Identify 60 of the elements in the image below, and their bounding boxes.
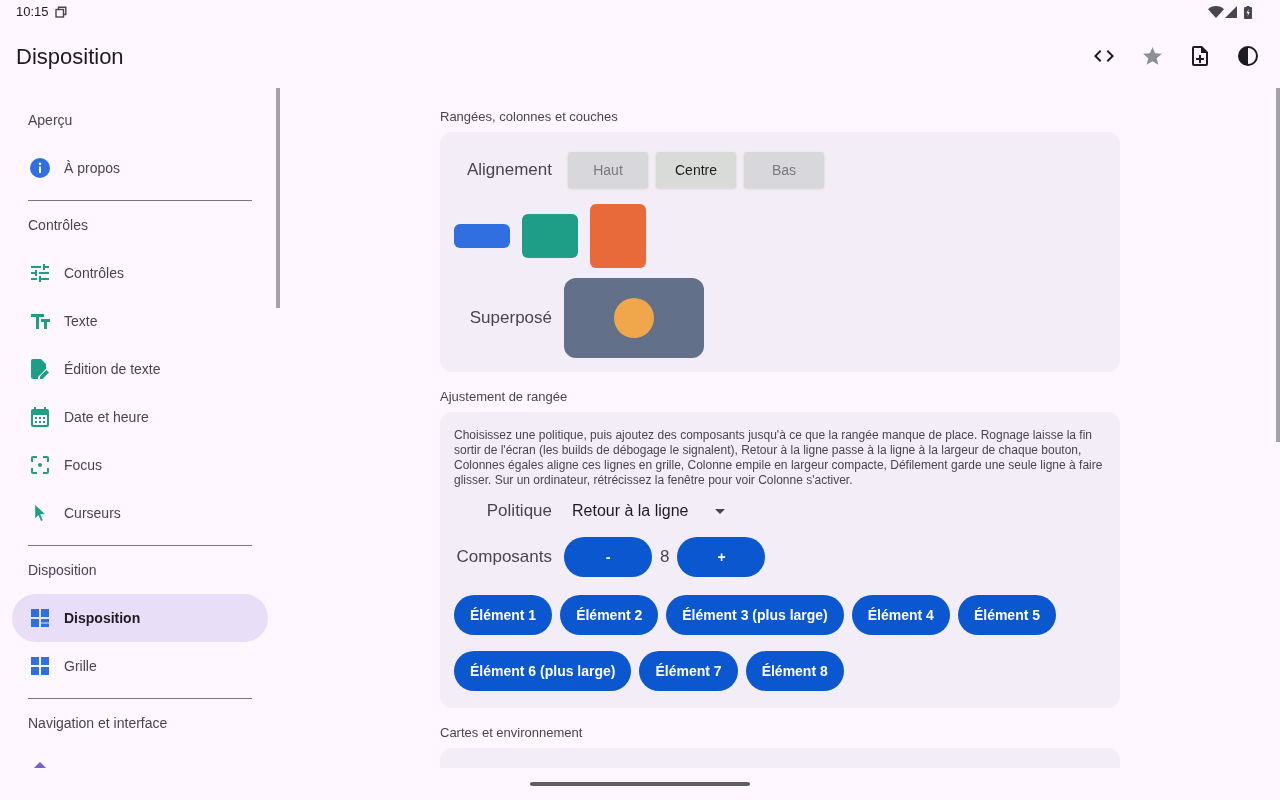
- count-label: Composants: [456, 546, 552, 569]
- sidebar-item[interactable]: À propos: [12, 144, 268, 192]
- item-chip[interactable]: Élément 1: [454, 595, 553, 635]
- item-chip[interactable]: Élément 3 (plus large): [666, 595, 844, 635]
- gesture-handle[interactable]: [530, 782, 750, 786]
- dropdown-caret-icon: [714, 508, 725, 514]
- sidebar-section-header: Aperçu: [28, 110, 73, 130]
- overlay-label: Superposé: [469, 307, 552, 330]
- grid-icon: [31, 657, 49, 675]
- focus-icon: [31, 456, 49, 474]
- policy-label: Politique: [486, 500, 552, 523]
- sidebar-section-header: Navigation et interface: [28, 713, 168, 733]
- calendar-icon: [31, 407, 49, 427]
- sidebar-item[interactable]: Texte: [12, 297, 268, 345]
- section-title: Rangées, colonnes et couches: [440, 108, 618, 126]
- edit-document-icon: [31, 359, 49, 379]
- item-chip[interactable]: Élément 7: [639, 651, 738, 691]
- app-title: Disposition: [16, 42, 124, 71]
- sliders-icon: [31, 264, 49, 282]
- section-title: Cartes et environnement: [440, 724, 583, 742]
- add-document-icon[interactable]: [1192, 46, 1208, 66]
- text-size-icon: [30, 313, 50, 329]
- item-chip[interactable]: Élément 8: [745, 651, 844, 691]
- description: Choisissez une politique, puis ajoutez des composants jusqu'à ce que la rangée manque de place. Rognage laisse la fin sortir de l'écran (les builds de débogage le signalent), Retour à la ligne passe à la ligne à la largeur de chaque bouton, Colonnes égales aligne ces lignes en grille, Colonne empile en largeur compacte, Défilement garde une seule ligne à faire glisser. Sur un ordinateur, rétrécissez la fenêtre pour voir Colonne s'activer.: [454, 428, 1104, 488]
- battery-icon: [1244, 5, 1252, 19]
- contrast-icon[interactable]: [1238, 46, 1258, 66]
- alignment-label: Alignement: [466, 159, 552, 182]
- sidebar-item[interactable]: Curseurs: [12, 489, 268, 537]
- sidebar-item[interactable]: Édition de texte: [12, 345, 268, 393]
- squares-icon: [54, 6, 67, 18]
- increment-button[interactable]: +: [677, 537, 766, 577]
- sample-box: [590, 204, 646, 268]
- sidebar-item[interactable]: Contrôles: [12, 249, 268, 297]
- sidebar-item[interactable]: Focus: [12, 441, 268, 489]
- item-chip[interactable]: Élément 2: [560, 595, 659, 635]
- scrollbar-thumb[interactable]: [1276, 88, 1280, 442]
- dashboard-icon: [31, 609, 49, 627]
- item-chip[interactable]: Élément 6 (plus large): [454, 651, 632, 691]
- sample-box: [522, 214, 578, 258]
- decrement-button[interactable]: -: [564, 537, 652, 577]
- policy-dropdown[interactable]: Retour à la ligne: [572, 499, 725, 523]
- info-icon: [30, 158, 50, 178]
- cursor-icon: [35, 505, 45, 521]
- sidebar-section-header: Contrôles: [28, 215, 88, 235]
- code-icon[interactable]: [1094, 50, 1114, 62]
- item-chip[interactable]: Élément 4: [851, 595, 950, 635]
- star-icon[interactable]: [1142, 47, 1162, 65]
- sidebar-item[interactable]: Grille: [12, 642, 268, 690]
- sidebar-item[interactable]: Disposition: [12, 594, 268, 642]
- sidebar-section-header: Disposition: [28, 560, 97, 580]
- status-time: 10:15: [16, 3, 49, 22]
- signal-icon: [1225, 6, 1237, 18]
- scrollbar-thumb[interactable]: [276, 88, 280, 308]
- section-title: Ajustement de rangée: [440, 388, 568, 406]
- wifi-icon: [1208, 6, 1224, 18]
- sample-box: [454, 224, 510, 248]
- item-chip[interactable]: Élément 5: [957, 595, 1057, 635]
- count-value: 8: [660, 546, 670, 569]
- sidebar-item[interactable]: Date et heure: [12, 393, 268, 441]
- alignment-option[interactable]: Centre: [656, 152, 736, 188]
